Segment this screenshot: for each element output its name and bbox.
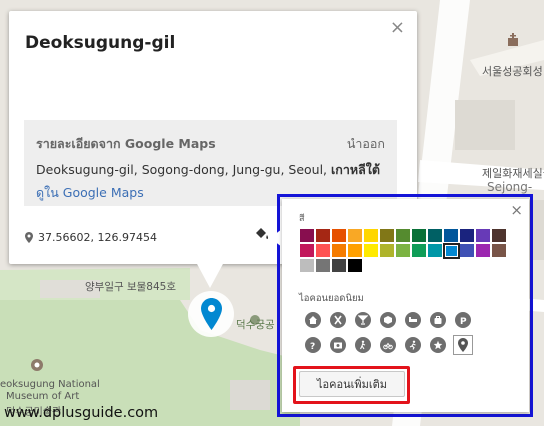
color-swatch[interactable] [476, 229, 490, 242]
restaurant-icon[interactable] [330, 312, 346, 328]
shopping-icon[interactable] [380, 312, 396, 328]
color-swatch[interactable] [316, 259, 330, 272]
parking-icon[interactable]: P [455, 312, 471, 328]
color-swatch[interactable] [316, 244, 330, 257]
color-swatch[interactable] [428, 229, 442, 242]
color-swatch[interactable] [300, 259, 314, 272]
camera-bag-icon[interactable] [430, 312, 446, 328]
map-label-anglican: 서울성공회성 [482, 65, 543, 78]
color-swatch[interactable] [364, 244, 378, 257]
color-swatch[interactable] [380, 229, 394, 242]
color-swatch[interactable] [300, 229, 314, 242]
svg-text:?: ? [310, 342, 315, 350]
details-heading: รายละเอียดจาก Google Maps [36, 136, 216, 151]
map-label-bomul: 양부일구 보물845호 [85, 281, 176, 293]
popup-close-icon[interactable]: × [510, 201, 523, 219]
color-swatch[interactable] [332, 244, 346, 257]
card-pointer [196, 262, 224, 288]
location-pin-icon [25, 232, 33, 243]
place-title[interactable]: Deoksugung-gil [25, 33, 175, 53]
watermark-text: www.dplusguide.com [4, 405, 159, 421]
color-swatch[interactable] [412, 229, 426, 242]
color-swatch[interactable] [460, 244, 474, 257]
address-country: เกาหลีใต้ [331, 162, 380, 177]
place-address: Deoksugung-gil, Sogong-dong, Jung-gu, Se… [36, 160, 380, 180]
style-popup: × สี ไอคอนยอดนิยม P ? ไอคอนเพิ่มเติม [282, 199, 529, 412]
map-label-deoksu: 덕수궁공 [236, 319, 275, 331]
map-label-museum-1: eoksugung National [0, 379, 100, 390]
pin-icon[interactable] [458, 338, 468, 352]
running-icon[interactable] [405, 337, 421, 353]
details-import-link[interactable]: นำออก [347, 134, 385, 154]
bar-icon[interactable] [355, 312, 371, 328]
color-swatch[interactable] [348, 259, 362, 272]
color-swatch[interactable] [428, 244, 442, 257]
popup-pointer [270, 229, 282, 247]
paint-bucket-icon[interactable] [254, 227, 270, 241]
map-label-sejong: Sejong- [487, 180, 533, 194]
map-marker-pin-icon[interactable] [201, 298, 222, 330]
icons-section-label: ไอคอนยอดนิยม [299, 293, 364, 304]
color-swatch[interactable] [492, 229, 506, 242]
cycling-icon[interactable] [380, 337, 396, 353]
color-swatch[interactable] [460, 229, 474, 242]
hiking-icon[interactable] [355, 337, 371, 353]
color-swatch[interactable] [332, 229, 346, 242]
color-swatch[interactable] [444, 229, 458, 242]
svg-text:P: P [460, 317, 467, 325]
color-swatch[interactable] [443, 243, 460, 259]
coordinates: 37.56602, 126.97454 [25, 231, 157, 244]
view-in-maps[interactable]: ดูใน Google Maps [36, 183, 144, 203]
address-text: Deoksugung-gil, Sogong-dong, Jung-gu, Se… [36, 162, 332, 177]
color-swatch[interactable] [316, 229, 330, 242]
color-swatch[interactable] [412, 244, 426, 257]
color-swatch[interactable] [332, 259, 346, 272]
color-swatch[interactable] [348, 229, 362, 242]
card-close-icon[interactable]: × [390, 17, 405, 38]
color-swatch[interactable] [300, 244, 314, 257]
color-swatch[interactable] [476, 244, 490, 257]
coordinates-text: 37.56602, 126.97454 [38, 231, 157, 244]
more-icons-button[interactable]: ไอคอนเพิ่มเติม [299, 371, 405, 397]
home-icon[interactable] [305, 312, 321, 328]
color-swatch[interactable] [348, 244, 362, 257]
view-prefix[interactable]: ดูใน [36, 185, 59, 200]
color-swatch[interactable] [396, 229, 410, 242]
help-icon[interactable]: ? [305, 337, 321, 353]
view-google-maps-link[interactable]: Google Maps [63, 185, 144, 200]
map-label-jeil: 제일화재세실극 [482, 167, 544, 180]
color-swatch[interactable] [492, 244, 506, 257]
star-icon[interactable] [430, 337, 446, 353]
map-label-museum-2: Museum of Art [6, 391, 80, 402]
color-swatch[interactable] [396, 244, 410, 257]
color-swatch[interactable] [380, 244, 394, 257]
color-swatch[interactable] [364, 229, 378, 242]
photo-icon[interactable] [330, 337, 346, 353]
hotel-icon[interactable] [405, 312, 421, 328]
color-section-label: สี [299, 214, 305, 224]
